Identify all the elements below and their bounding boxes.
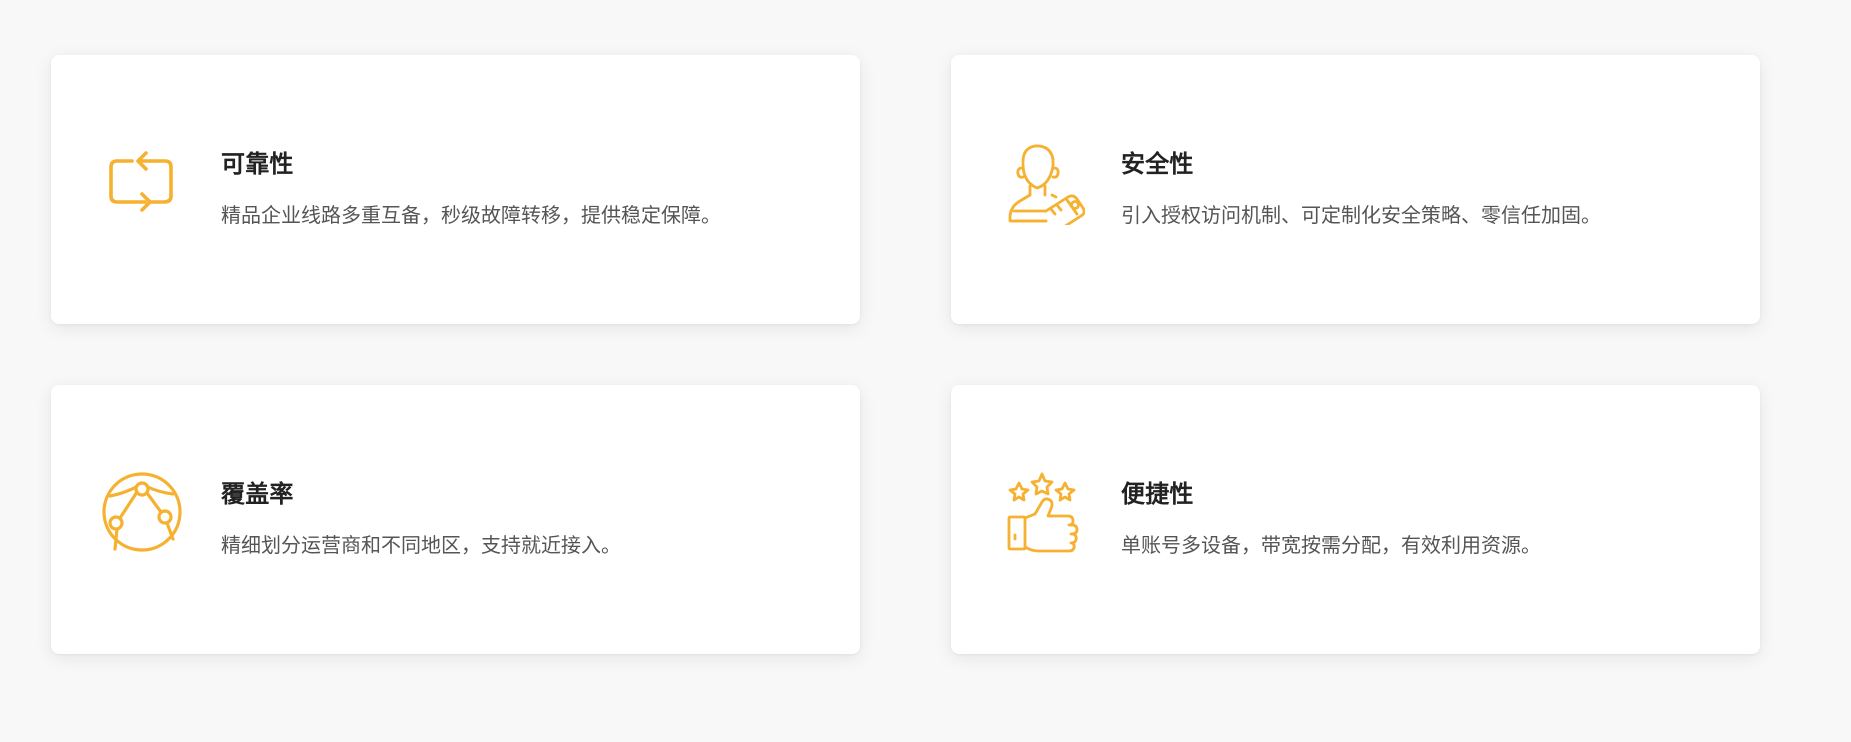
feature-description: 单账号多设备，带宽按需分配，有效利用资源。 — [1121, 533, 1541, 557]
feature-card-security: 安全性 引入授权访问机制、可定制化安全策略、零信任加固。 — [951, 55, 1760, 324]
feature-description: 引入授权访问机制、可定制化安全策略、零信任加固。 — [1121, 203, 1601, 227]
network-globe-icon — [99, 469, 185, 555]
features-page: 可靠性 精品企业线路多重互备，秒级故障转移，提供稳定保障。 安全性 引入授权访问… — [0, 0, 1851, 742]
feature-card-convenience: 便捷性 单账号多设备，带宽按需分配，有效利用资源。 — [951, 385, 1760, 654]
feature-description: 精品企业线路多重互备，秒级故障转移，提供稳定保障。 — [221, 203, 721, 227]
feature-card-reliability: 可靠性 精品企业线路多重互备，秒级故障转移，提供稳定保障。 — [51, 55, 860, 324]
feature-title: 便捷性 — [1121, 480, 1194, 508]
feature-title: 安全性 — [1121, 150, 1194, 178]
feature-title: 覆盖率 — [221, 480, 294, 508]
repeat-icon — [99, 139, 185, 225]
thumbs-up-stars-icon — [999, 469, 1085, 555]
feature-title: 可靠性 — [221, 150, 294, 178]
user-key-icon — [999, 139, 1085, 225]
feature-description: 精细划分运营商和不同地区，支持就近接入。 — [221, 533, 621, 557]
feature-card-coverage: 覆盖率 精细划分运营商和不同地区，支持就近接入。 — [51, 385, 860, 654]
